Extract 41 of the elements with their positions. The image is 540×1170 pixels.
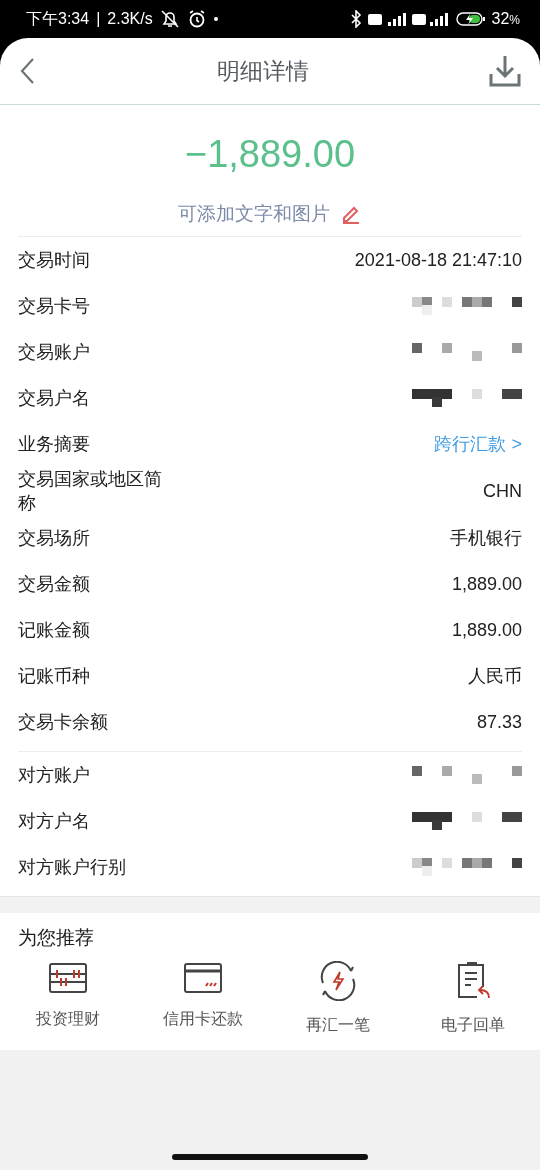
network-speed: 2.3K/s	[107, 10, 153, 28]
field-value: 1,889.00	[451, 573, 522, 595]
field-label: 对方账户	[18, 763, 91, 787]
field-value: CHN	[483, 480, 522, 502]
shortcut-button[interactable]: 再汇一笔	[277, 961, 398, 1036]
field-label: 交易账户	[18, 340, 91, 364]
shortcut-button[interactable]: 电子回单	[412, 961, 533, 1036]
signal-icon	[367, 10, 450, 28]
field-value: 2021-08-18 21:47:10	[354, 249, 522, 271]
section-title: 为您推荐	[17, 925, 95, 950]
field-label: 交易时间	[18, 248, 91, 272]
field-label: 对方账户行别	[18, 855, 127, 879]
field-value: 手机银行	[450, 527, 522, 550]
field-label: 交易卡余额	[18, 710, 109, 734]
status-separator: |	[96, 10, 101, 28]
field-label: 记账金额	[18, 618, 91, 642]
field-value: 人民币	[468, 665, 522, 688]
credit-card-icon	[182, 961, 223, 995]
add-note-link[interactable]: 可添加文字和图片	[178, 201, 330, 227]
page-title: 明细详情	[217, 56, 309, 86]
status-time: 下午3:34	[26, 8, 90, 29]
field-label: 交易场所	[18, 526, 91, 550]
battery-charging-icon	[455, 11, 486, 27]
shortcut-button[interactable]: 投资理财	[7, 961, 128, 1036]
abacus-icon	[47, 961, 88, 995]
dot-icon	[212, 16, 219, 22]
shortcut-button[interactable]: 信用卡还款	[142, 961, 263, 1036]
battery-level: 32%	[491, 10, 520, 28]
download-icon[interactable]	[488, 54, 522, 88]
transaction-amount: −1,889.00	[183, 133, 357, 176]
field-value: 87.33	[476, 711, 522, 733]
field-label: 记账币种	[18, 664, 91, 688]
field-value: 1,889.00	[451, 619, 522, 641]
field-label: 交易卡号	[18, 294, 91, 318]
field-label: 交易国家或地区简称	[18, 467, 163, 515]
field-label: 交易金额	[18, 572, 91, 596]
muted-bell-icon	[158, 9, 181, 29]
field-label: 业务摘要	[18, 432, 91, 456]
field-label: 交易户名	[18, 386, 91, 410]
field-label: 对方户名	[18, 809, 91, 833]
bluetooth-icon	[349, 10, 362, 28]
